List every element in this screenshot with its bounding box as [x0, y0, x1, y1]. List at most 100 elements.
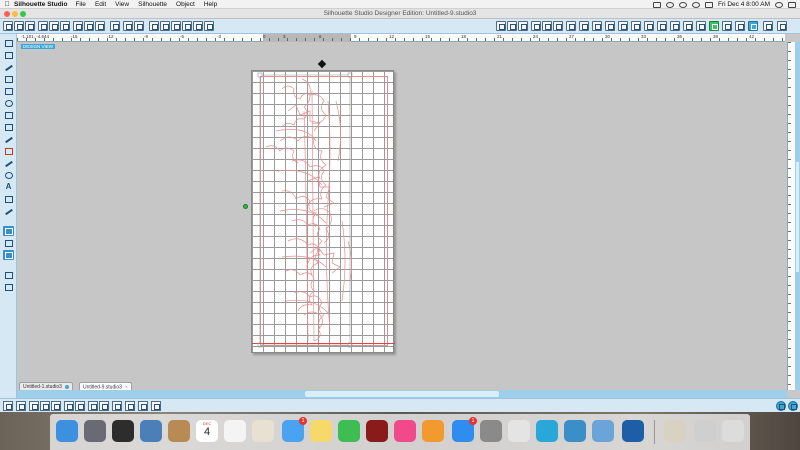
store-icon[interactable]	[763, 21, 773, 31]
text-style-icon[interactable]	[579, 21, 589, 31]
messages-icon[interactable]: 1	[282, 417, 307, 442]
ibooks-icon[interactable]	[422, 420, 444, 442]
image-capture-icon[interactable]	[592, 420, 614, 442]
trash-icon[interactable]	[722, 420, 744, 442]
status-lock-icon[interactable]	[665, 1, 674, 8]
ungroup-icon[interactable]	[75, 401, 85, 411]
arc-tool-icon[interactable]	[3, 134, 14, 144]
line-tool-icon[interactable]	[3, 62, 14, 72]
zoom-select-icon[interactable]	[182, 21, 192, 31]
print-icon[interactable]	[49, 21, 59, 31]
island-photo-icon[interactable]	[564, 420, 586, 442]
trace-icon[interactable]	[657, 21, 667, 31]
print-cut-icon[interactable]	[60, 21, 70, 31]
open-document-icon[interactable]	[14, 21, 24, 31]
chrome-icon[interactable]	[508, 420, 530, 442]
vertical-scrollbar[interactable]	[795, 42, 800, 390]
facetime-icon[interactable]	[338, 420, 360, 442]
release-compound-path-icon[interactable]	[99, 401, 109, 411]
new-document-icon[interactable]	[3, 21, 13, 31]
weld-icon[interactable]	[112, 401, 122, 411]
smooth-freehand-tool-icon[interactable]	[3, 158, 14, 168]
copy-icon[interactable]	[84, 21, 94, 31]
text-settings-icon[interactable]	[592, 21, 602, 31]
knife-tool-icon[interactable]	[3, 206, 14, 216]
spotlight-search-icon[interactable]	[775, 1, 783, 8]
calendar-icon[interactable]: DEC 4	[196, 420, 218, 442]
apple-menu-icon[interactable]: 	[0, 1, 14, 8]
contacts-icon[interactable]	[168, 420, 190, 442]
send-backward-icon[interactable]	[138, 401, 148, 411]
notification-center-icon[interactable]	[788, 1, 796, 8]
select-tool-icon[interactable]	[3, 38, 14, 48]
eraser-icon[interactable]	[696, 21, 706, 31]
page-drag-handle[interactable]	[317, 59, 327, 69]
fit-to-page-icon[interactable]	[204, 21, 214, 31]
star-shape-icon[interactable]	[542, 21, 552, 31]
menu-silhouette[interactable]: Silhouette	[138, 1, 167, 8]
document-tab[interactable]: Untitled-1.studio3	[19, 382, 74, 390]
send-to-silhouette-icon[interactable]	[748, 21, 758, 31]
preview-icon[interactable]	[140, 420, 162, 442]
bring-forward-icon[interactable]	[125, 401, 135, 411]
store-panel-icon[interactable]	[3, 238, 14, 248]
select-all-icon[interactable]	[3, 401, 13, 411]
shapes-icon[interactable]	[507, 21, 517, 31]
zoom-fit-icon[interactable]	[193, 21, 203, 31]
paste-icon[interactable]	[95, 21, 105, 31]
select-by-color-icon[interactable]	[29, 401, 39, 411]
status-app-icon[interactable]	[652, 1, 661, 8]
silhouette-connect-icon[interactable]	[622, 420, 644, 442]
properties-panel-icon[interactable]	[3, 282, 14, 292]
menu-edit[interactable]: Edit	[95, 1, 106, 8]
line-color-icon[interactable]	[566, 21, 576, 31]
files-icon[interactable]	[694, 420, 716, 442]
design-panel-icon[interactable]	[3, 226, 14, 236]
photos-icon[interactable]	[252, 420, 274, 442]
align-icon[interactable]	[670, 21, 680, 31]
media-icon[interactable]	[112, 420, 134, 442]
cut-settings-icon[interactable]	[735, 21, 745, 31]
photobooth-icon[interactable]	[366, 420, 388, 442]
finder-icon[interactable]	[56, 420, 78, 442]
library-panel-icon[interactable]	[3, 250, 14, 260]
menu-view[interactable]: View	[115, 1, 129, 8]
ellipse-tool-icon[interactable]	[3, 98, 14, 108]
undo-icon[interactable]	[123, 21, 133, 31]
zoom-control-icon[interactable]	[776, 401, 786, 411]
itunes-icon[interactable]	[394, 420, 416, 442]
settings-gear-icon[interactable]	[788, 401, 798, 411]
delete-icon[interactable]	[51, 401, 61, 411]
open-library-icon[interactable]	[25, 21, 35, 31]
vertical-scrollbar-thumb[interactable]	[796, 162, 799, 272]
tab-close-icon[interactable]	[65, 384, 70, 389]
offset-icon[interactable]	[644, 21, 654, 31]
zoom-in-icon[interactable]	[160, 21, 170, 31]
library-icon[interactable]	[777, 21, 787, 31]
redo-icon[interactable]	[134, 21, 144, 31]
silhouette-studio-icon[interactable]	[536, 420, 558, 442]
notes-icon[interactable]	[310, 420, 332, 442]
zoom-out-icon[interactable]	[171, 21, 181, 31]
group-icon[interactable]	[64, 401, 74, 411]
knife-icon[interactable]	[683, 21, 693, 31]
polygon-tool-icon[interactable]	[3, 110, 14, 120]
menu-file[interactable]: File	[75, 1, 85, 8]
system-preferences-icon[interactable]	[480, 420, 502, 442]
status-wifi-icon[interactable]	[691, 1, 700, 8]
fill-color-icon[interactable]	[553, 21, 563, 31]
horizontal-scrollbar[interactable]	[17, 390, 787, 398]
freehand-tool-icon[interactable]	[3, 146, 14, 156]
object-properties-icon[interactable]	[151, 401, 161, 411]
replicate-icon[interactable]	[605, 21, 615, 31]
text-tool-icon[interactable]: A	[3, 182, 14, 192]
stroke-style-icon[interactable]	[531, 21, 541, 31]
curve-tool-icon[interactable]	[3, 122, 14, 132]
menu-help[interactable]: Help	[204, 1, 217, 8]
duplicate-icon[interactable]	[40, 401, 50, 411]
reminders-icon[interactable]	[224, 420, 246, 442]
document-tab[interactable]: Untitled-9.studio3 ×	[79, 382, 132, 390]
rounded-rectangle-tool-icon[interactable]	[3, 86, 14, 96]
eraser-tool-icon[interactable]	[3, 194, 14, 204]
edit-points-tool-icon[interactable]	[3, 50, 14, 60]
